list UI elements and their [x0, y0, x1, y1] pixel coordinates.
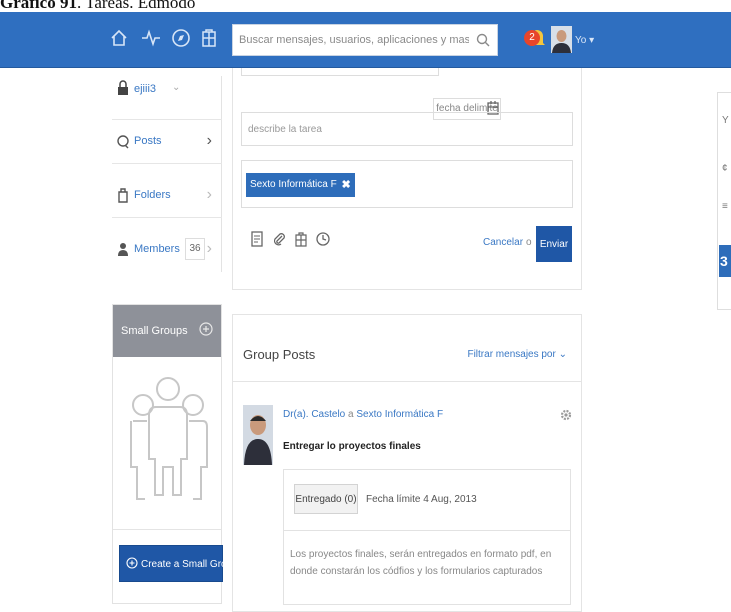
author-avatar[interactable]: [243, 405, 273, 465]
compass-icon[interactable]: [170, 27, 192, 49]
search-bar: [232, 24, 498, 56]
small-groups-header: Small Groups: [113, 305, 221, 357]
members-icon: [118, 243, 128, 256]
post-body: Los proyectos finales, serán entregados …: [290, 549, 552, 577]
activity-icon[interactable]: [140, 27, 162, 49]
divider: [284, 530, 570, 531]
due-date-label: Fecha límite 4 Aug, 2013: [366, 494, 477, 505]
assignment-title-field[interactable]: [241, 68, 439, 76]
remove-tag-icon[interactable]: ✖: [341, 173, 350, 197]
post-title: Entregar lo proyectos finales: [283, 441, 421, 452]
lock-icon: [118, 80, 128, 95]
assignment-details: Entregado (0) Fecha límite 4 Aug, 2013 L…: [283, 469, 571, 605]
backpack-icon[interactable]: [198, 27, 220, 49]
sidebar-item-label: Members: [134, 243, 180, 255]
filter-posts-dropdown[interactable]: Filtrar mensajes por ⌄: [467, 349, 567, 360]
add-small-group-icon[interactable]: [199, 322, 213, 336]
author-photo: [243, 405, 273, 465]
sidebar-item-label: Folders: [134, 189, 171, 201]
user-photo: [551, 26, 572, 53]
chevron-right-icon: ›: [206, 132, 212, 149]
recipient-tag: Sexto Informática F ✖: [246, 173, 355, 197]
home-icon[interactable]: [108, 27, 130, 49]
assignment-form: fecha delimite Sexto Informática F ✖ Can…: [232, 68, 582, 290]
create-small-group-label: Create a Small Group: [141, 559, 238, 570]
group-selector[interactable]: ejiii3 ⌄: [112, 76, 222, 120]
turned-in-button[interactable]: Entregado (0): [294, 484, 358, 514]
search-icon[interactable]: [475, 32, 491, 48]
post-author-link[interactable]: Dr(a). Castelo: [283, 409, 345, 420]
description-field: [241, 112, 573, 146]
members-count: 36: [185, 238, 205, 260]
sidebar-item-members[interactable]: Members 36 ›: [112, 228, 222, 272]
cancel-link[interactable]: Cancelar: [483, 237, 523, 248]
chevron-right-icon: ›: [206, 186, 212, 203]
plus-circle-icon: [126, 557, 138, 569]
create-small-group-button[interactable]: Create a Small Group: [119, 545, 238, 582]
divider: [113, 529, 221, 530]
description-input[interactable]: [242, 113, 572, 145]
panel-number-badge[interactable]: 3: [719, 245, 731, 277]
notification-badge: 2: [524, 30, 540, 46]
recipients-field[interactable]: Sexto Informática F ✖: [241, 160, 573, 208]
right-side-panel: Y ¢ ≡ 3: [717, 92, 731, 310]
chevron-down-icon: ⌄: [172, 82, 181, 93]
backpack-icon: [118, 188, 128, 203]
recipient-tag-label: Sexto Informática F: [250, 179, 337, 190]
sidebar-item-label: Posts: [134, 135, 162, 147]
clock-icon[interactable]: [315, 231, 331, 247]
chevron-right-icon: ›: [206, 240, 212, 257]
small-groups-title: Small Groups: [121, 325, 188, 337]
panel-icon-settings[interactable]: ¢: [722, 163, 728, 174]
paperclip-icon[interactable]: [271, 231, 287, 247]
sidebar-item-folders[interactable]: Folders ›: [112, 174, 222, 218]
sidebar-item-posts[interactable]: Posts ›: [112, 120, 222, 164]
group-sidebar: ejiii3 ⌄ Posts › Folders › Members 36 ›: [112, 76, 222, 272]
user-menu-label[interactable]: Yo ▾: [575, 35, 594, 46]
notifications-button[interactable]: 2: [524, 26, 548, 52]
small-groups-panel: Small Groups Create a Small Group: [112, 304, 238, 604]
group-selector-label: ejiii3: [134, 83, 157, 95]
panel-icon-backpack[interactable]: Y: [722, 115, 729, 126]
group-posts-panel: Group Posts Filtrar mensajes por ⌄ Dr(a)…: [232, 314, 582, 612]
speech-bubble-icon: [117, 135, 129, 149]
file-icon[interactable]: [249, 231, 265, 247]
gear-icon[interactable]: [559, 408, 573, 422]
group-posts-title: Group Posts: [243, 347, 316, 362]
send-button[interactable]: Enviar: [536, 226, 572, 262]
panel-icon-list[interactable]: ≡: [722, 201, 728, 212]
post-connector: a: [348, 409, 354, 420]
divider: [233, 381, 581, 382]
figure-caption: Gráfico 91. Tareas. Edmodo: [0, 0, 196, 12]
or-label: o: [526, 237, 532, 248]
backpack-icon[interactable]: [293, 231, 309, 247]
post-group-link[interactable]: Sexto Informática F: [356, 409, 443, 420]
search-input[interactable]: [233, 25, 469, 55]
user-avatar[interactable]: [551, 26, 572, 53]
post-byline: Dr(a). Castelo a Sexto Informática F: [283, 409, 443, 420]
people-group-icon: [130, 377, 208, 500]
